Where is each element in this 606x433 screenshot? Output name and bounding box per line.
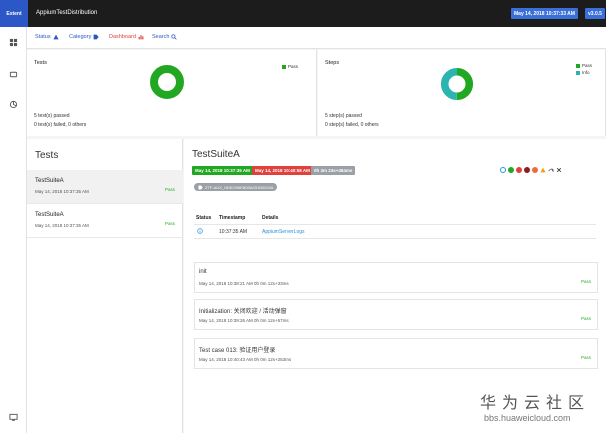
test-time: May 14, 2018 10:37:35 AM	[35, 189, 89, 194]
step-node-status: Pass	[580, 355, 591, 360]
steps-legend-pass: Pass	[576, 63, 592, 68]
tests-legend-pass-label: Pass	[288, 64, 299, 69]
pass-icon[interactable]	[508, 167, 514, 173]
monitor-icon[interactable]	[9, 413, 18, 422]
steps-legend-info: Info	[576, 70, 592, 75]
tests-summary-title: Tests	[34, 60, 47, 66]
dashboard-icon[interactable]	[9, 38, 18, 47]
duration-chip: 0h 3m 23s+484ms	[311, 166, 356, 175]
log-row: 10:37:35 AM AppiumServerLogs	[194, 225, 596, 239]
details-column-header: Details	[262, 215, 279, 221]
pass-swatch	[282, 64, 286, 69]
tag-icon	[93, 34, 100, 40]
info-icon	[197, 228, 203, 236]
step-node-status: Pass	[580, 316, 591, 321]
device-tag-label: ZTF-AUX_HDKO96KB03A031B0032A	[205, 184, 274, 190]
tests-passed-text: 5 test(s) passed	[34, 113, 70, 119]
steps-summary-panel: Steps Pass Info 5 step(s) passed 0 step(…	[318, 50, 606, 136]
search-icon	[171, 34, 178, 40]
step-node-name: init	[199, 269, 207, 275]
info-swatch	[576, 70, 580, 75]
step-node-time: May 14, 2018 10:39:26 AM 0h 0m 12s+57ms	[199, 318, 289, 323]
info-icon[interactable]	[500, 167, 506, 173]
fail-icon[interactable]	[516, 167, 522, 173]
nav-status[interactable]: Status	[35, 34, 59, 40]
tests-summary-panel: Tests Pass 5 test(s) passed 0 test(s) fa…	[27, 50, 317, 136]
warning-icon[interactable]	[540, 167, 546, 173]
tests-legend: Pass	[282, 64, 298, 71]
steps-legend-pass-label: Pass	[582, 63, 593, 68]
tests-failed-text: 0 test(s) failed, 0 others	[34, 122, 87, 128]
warning-icon	[53, 34, 59, 40]
step-node-name: Initialization: 关闭欢迎 / 活动弹窗	[199, 309, 287, 315]
report-date-badge: May 14, 2018 10:37:33 AM	[511, 8, 578, 19]
status-column-header: Status	[196, 215, 212, 221]
step-node-name: Test case 013: 验证用户登录	[199, 348, 276, 354]
step-node-status: Pass	[580, 279, 591, 284]
brand-logo[interactable]: Extent	[0, 0, 28, 27]
top-bar: Extent AppiumTestDistribution May 14, 20…	[0, 0, 606, 27]
test-name: TestSuiteA	[35, 212, 64, 218]
test-list-item[interactable]: TestSuiteA May 14, 2018 10:37:35 AM Pass	[27, 170, 183, 204]
tests-icon[interactable]	[9, 70, 18, 79]
clear-icon[interactable]	[556, 167, 562, 173]
skip-icon[interactable]	[548, 167, 554, 173]
watermark-logo-text: 华为云社区	[480, 393, 591, 412]
steps-passed-text: 5 step(s) passed	[325, 113, 362, 119]
step-node[interactable]: Test case 013: 验证用户登录 May 14, 2018 10:40…	[194, 338, 598, 369]
app-title: AppiumTestDistribution	[36, 10, 98, 16]
left-icon-rail	[0, 27, 27, 433]
test-list-item[interactable]: TestSuiteA May 14, 2018 10:37:35 AM Pass	[27, 204, 183, 238]
test-name: TestSuiteA	[35, 178, 64, 184]
tests-donut-chart	[150, 65, 184, 99]
tag-icon	[198, 185, 203, 189]
nav-dashboard[interactable]: Dashboard	[109, 34, 144, 40]
watermark-url: bbs.huaweicloud.com	[484, 413, 571, 423]
step-node[interactable]: init May 14, 2018 10:38:21 AM 0h 0m 12s+…	[194, 262, 598, 293]
test-time: May 14, 2018 10:37:35 AM	[35, 223, 89, 228]
tests-legend-pass: Pass	[282, 64, 298, 69]
tests-list-title: Tests	[35, 150, 59, 161]
steps-donut-chart	[440, 67, 474, 101]
test-status: Pass	[164, 187, 175, 192]
step-node[interactable]: Initialization: 关闭欢迎 / 活动弹窗 May 14, 2018…	[194, 299, 598, 330]
steps-legend: Pass Info	[576, 63, 592, 77]
nav-category-label: Category	[69, 34, 92, 40]
device-tag[interactable]: ZTF-AUX_HDKO96KB03A031B0032A	[194, 183, 278, 191]
test-status: Pass	[164, 221, 175, 226]
steps-failed-text: 0 step(s) failed, 0 others	[325, 122, 379, 128]
error-icon[interactable]	[532, 167, 538, 173]
version-badge: v3.0.5	[585, 8, 605, 19]
fatal-icon[interactable]	[524, 167, 530, 173]
step-node-time: May 14, 2018 10:38:21 AM 0h 0m 12s+33ms	[199, 281, 289, 286]
nav-dashboard-label: Dashboard	[109, 34, 136, 40]
appium-server-logs-link[interactable]: AppiumServerLogs	[262, 229, 305, 235]
pass-swatch	[576, 63, 580, 68]
top-nav: Status Category Dashboard Search	[27, 27, 606, 49]
log-table-header: Status Timestamp Details	[194, 211, 596, 225]
log-timestamp: 10:37:35 AM	[219, 229, 248, 235]
steps-legend-info-label: Info	[582, 70, 590, 75]
nav-search[interactable]: Search	[152, 34, 178, 40]
bar-chart-icon	[138, 35, 144, 40]
timestamp-column-header: Timestamp	[219, 215, 246, 221]
tests-donut-slice-pass	[150, 65, 184, 99]
tests-list-panel: Tests TestSuiteA May 14, 2018 10:37:35 A…	[27, 139, 183, 433]
steps-summary-title: Steps	[325, 60, 340, 66]
step-node-time: May 14, 2018 10:40:43 AM 0h 0m 12s+253ms	[199, 357, 292, 362]
categories-icon[interactable]	[9, 100, 18, 109]
nav-category[interactable]: Category	[69, 34, 100, 40]
nav-status-label: Status	[35, 34, 51, 40]
start-time-chip: May 14, 2018 10:37:35 AM	[192, 166, 253, 175]
status-filters	[500, 167, 562, 173]
end-time-chip: May 14, 2018 10:40:58 AM	[252, 166, 313, 175]
nav-search-label: Search	[152, 34, 170, 40]
log-table: Status Timestamp Details 10:37:35 AM App…	[194, 211, 596, 239]
test-detail-title: TestSuiteA	[192, 149, 240, 160]
